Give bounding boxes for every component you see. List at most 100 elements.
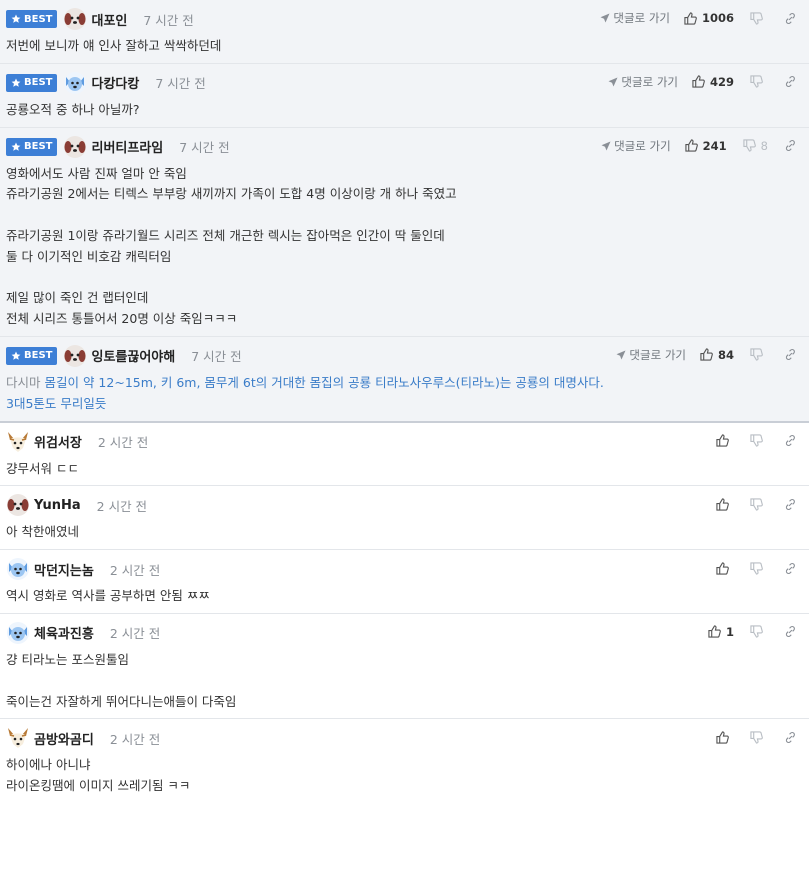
thumbs-up-icon — [716, 434, 729, 447]
thumbs-down-icon — [750, 348, 763, 362]
comment-item: 막던지는놈 2 시간 전 역시 영화로 역사를 공부하면 안됨 ㅉㅉ — [0, 550, 809, 614]
thumbs-up-icon — [685, 139, 698, 152]
dislike-button[interactable] — [750, 562, 768, 575]
like-button[interactable]: 429 — [692, 75, 734, 89]
link-icon[interactable] — [784, 562, 797, 575]
thumbs-up-icon — [716, 562, 729, 575]
comment-time: 7 시간 전 — [179, 140, 230, 156]
blue-dog-icon[interactable] — [6, 557, 30, 581]
fox-icon[interactable] — [6, 430, 30, 454]
comment-item: BEST 다캉다캉 7 시간 전 댓글로 가기 429 공룡오적 중 하나 아닐… — [0, 63, 809, 128]
comment-text-line — [6, 205, 809, 226]
dislike-button[interactable] — [750, 75, 768, 88]
like-button[interactable] — [716, 731, 734, 744]
author-nickname[interactable]: 막던지는놈 — [34, 560, 94, 579]
dislike-button[interactable] — [750, 11, 768, 25]
comment-item: BEST 리버티프라임 7 시간 전 댓글로 가기 241 8 영화에서도 사람… — [0, 127, 809, 337]
comment-time: 2 시간 전 — [97, 435, 149, 451]
thumbs-down-icon — [750, 434, 763, 447]
comment-text-line: 걍무서워 ㄷㄷ — [6, 460, 79, 476]
go-to-reply-link[interactable]: 댓글로 가기 — [616, 347, 686, 363]
fox-icon[interactable] — [6, 726, 30, 750]
thumbs-down-icon — [750, 562, 763, 575]
dislike-button[interactable] — [750, 625, 768, 639]
comment-time: 2 시간 전 — [109, 626, 161, 642]
star-icon — [11, 351, 21, 360]
thumbs-up-icon — [692, 75, 705, 88]
link-icon[interactable] — [784, 139, 797, 152]
blue-dog-icon[interactable] — [63, 71, 87, 95]
dislike-button[interactable] — [750, 348, 768, 362]
link-icon[interactable] — [784, 625, 797, 638]
comment-time: 7 시간 전 — [143, 12, 194, 28]
author-nickname[interactable]: 잉토를끊어야해 — [91, 346, 175, 365]
comment-time: 2 시간 전 — [109, 562, 161, 578]
author-nickname[interactable]: 다캉다캉 — [91, 73, 139, 92]
dislike-button[interactable] — [750, 731, 768, 744]
author-nickname[interactable]: 대포인 — [91, 10, 127, 29]
go-to-reply-link[interactable]: 댓글로 가기 — [600, 10, 670, 26]
comment-text-line: 라이온킹땜에 이미지 쓰레기됨 ㅋㅋ — [6, 778, 191, 794]
dislike-button[interactable]: 8 — [743, 139, 768, 153]
dog-icon[interactable] — [6, 493, 30, 517]
thumbs-down-icon — [750, 498, 763, 511]
like-button[interactable]: 1006 — [684, 11, 734, 25]
comment-item: BEST 대포인 7 시간 전 댓글로 가기 1006 저번에 보니까 얘 인사… — [0, 0, 809, 64]
like-button[interactable] — [716, 498, 734, 511]
arrow-icon — [601, 141, 611, 151]
go-to-reply-link[interactable]: 댓글로 가기 — [608, 74, 678, 90]
like-button[interactable]: 1 — [708, 625, 734, 639]
comment-text-line: 쥬라기공원 2에서는 티렉스 부부랑 새끼까지 가족이 도합 4명 이상이랑 개… — [6, 186, 457, 202]
thumbs-up-icon — [716, 498, 729, 511]
comment-text-line: 제일 많이 죽인 건 랩터인데 — [6, 290, 149, 306]
like-button[interactable]: 84 — [700, 348, 734, 362]
author-nickname[interactable]: 체육과진흥 — [34, 623, 94, 642]
comment-text-line: 둘 다 이기적인 비호감 캐릭터임 — [6, 248, 172, 264]
comment-item: YunHa 2 시간 전 아 착한애였네 — [0, 486, 809, 551]
like-button[interactable]: 241 — [685, 139, 727, 153]
link-icon[interactable] — [784, 498, 797, 511]
author-nickname[interactable]: 리버티프라임 — [91, 137, 163, 156]
comment-text-line: 하이에나 아니냐 — [6, 757, 91, 773]
comment-text-line: 공룡오적 중 하나 아닐까? — [6, 101, 140, 117]
go-to-reply-link[interactable]: 댓글로 가기 — [601, 138, 671, 154]
blue-dog-icon[interactable] — [6, 621, 30, 645]
comment-text-line: 걍 티라노는 포스원툴임 — [6, 651, 129, 667]
link-icon[interactable] — [784, 731, 797, 744]
author-nickname[interactable]: YunHa — [34, 498, 81, 513]
dislike-button[interactable] — [750, 434, 768, 447]
arrow-icon — [608, 77, 618, 87]
like-button[interactable] — [716, 562, 734, 575]
thumbs-down-icon — [750, 731, 763, 744]
star-icon — [11, 142, 21, 151]
thumbs-up-icon — [684, 11, 697, 25]
link-icon[interactable] — [784, 434, 797, 447]
comment-time: 7 시간 전 — [191, 349, 242, 365]
comment-time: 2 시간 전 — [96, 498, 148, 514]
dog-icon[interactable] — [63, 7, 87, 31]
best-badge: BEST — [6, 137, 58, 156]
comment-item: 곰방와곰디 2 시간 전 하이에나 아니냐 라이온킹땜에 이미지 쓰레기됨 ㅋㅋ — [0, 719, 809, 803]
author-nickname[interactable]: 위검서장 — [34, 432, 82, 451]
star-icon — [11, 78, 21, 87]
comment-text-line: 쥬라기공원 1이랑 쥬라기월드 시리즈 전체 개근한 렉시는 잡아먹은 인간이 … — [6, 227, 445, 243]
comment-text-line: 3대5톤도 무리일듯 — [6, 395, 107, 411]
author-nickname[interactable]: 곰방와곰디 — [34, 729, 94, 748]
thumbs-up-icon — [708, 625, 721, 639]
comment-text-line — [6, 671, 809, 692]
dog-icon[interactable] — [63, 135, 87, 159]
comment-text-line: 역시 영화로 역사를 공부하면 안됨 ㅉㅉ — [6, 588, 210, 604]
best-badge: BEST — [6, 346, 58, 365]
link-icon[interactable] — [784, 348, 797, 361]
comment-list: BEST 대포인 7 시간 전 댓글로 가기 1006 저번에 보니까 얘 인사… — [0, 0, 809, 803]
like-button[interactable] — [716, 434, 734, 447]
comment-text-line: 저번에 보니까 얘 인사 잘하고 싹싹하던데 — [6, 38, 222, 53]
thumbs-down-icon — [750, 75, 763, 88]
dislike-button[interactable] — [750, 498, 768, 511]
link-icon[interactable] — [784, 12, 797, 25]
comment-text-line — [6, 268, 809, 289]
dog-icon[interactable] — [63, 344, 87, 368]
link-icon[interactable] — [784, 75, 797, 88]
thumbs-down-icon — [750, 11, 763, 25]
comment-time: 7 시간 전 — [155, 76, 206, 92]
